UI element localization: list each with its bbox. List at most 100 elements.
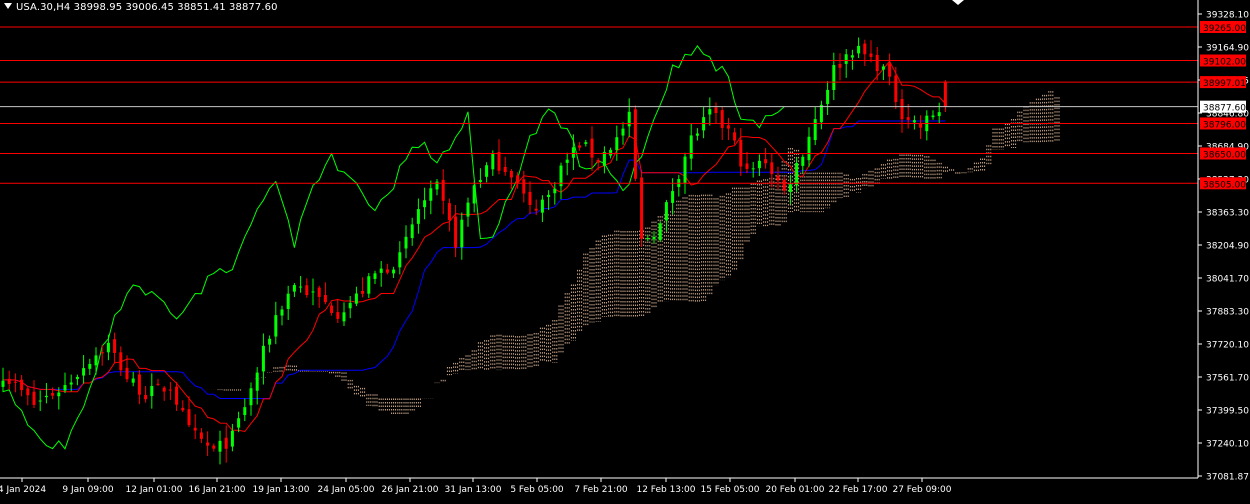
bull-candle xyxy=(237,418,241,428)
bull-candle xyxy=(751,168,755,170)
bull-candle xyxy=(491,153,495,170)
bull-candle xyxy=(931,115,935,118)
bear-candle xyxy=(633,109,637,179)
bear-candle xyxy=(590,138,594,158)
x-tick-label: 19 Jan 13:00 xyxy=(253,485,310,495)
bear-candle xyxy=(361,290,365,294)
bull-candle xyxy=(826,89,830,104)
bear-candle xyxy=(193,427,197,431)
y-tick-label: 38204.90 xyxy=(1206,242,1249,252)
bull-candle xyxy=(342,312,346,322)
y-tick-label: 39328.10 xyxy=(1206,11,1249,21)
dropdown-triangle-icon[interactable] xyxy=(4,3,12,9)
bull-candle xyxy=(268,338,272,345)
level-price-label: 38997.01 xyxy=(1203,79,1246,89)
bear-candle xyxy=(212,445,216,449)
bear-candle xyxy=(596,160,600,163)
bull-candle xyxy=(857,45,861,54)
bear-candle xyxy=(224,437,228,449)
bear-candle xyxy=(206,442,210,446)
bull-candle xyxy=(937,112,941,117)
bull-candle xyxy=(63,385,67,391)
bull-candle xyxy=(348,302,352,309)
bull-candle xyxy=(881,66,885,70)
bull-candle xyxy=(75,376,79,380)
bull-candle xyxy=(912,120,916,123)
x-tick-label: 12 Feb 13:00 xyxy=(636,485,695,495)
bull-candle xyxy=(801,156,805,166)
bull-candle xyxy=(373,273,377,279)
bear-candle xyxy=(900,99,904,120)
bull-candle xyxy=(311,291,315,293)
bear-candle xyxy=(534,208,538,211)
bull-candle xyxy=(299,286,303,288)
y-tick-label: 37399.50 xyxy=(1206,407,1249,417)
bear-candle xyxy=(336,312,340,319)
bear-candle xyxy=(875,54,879,72)
bull-candle xyxy=(689,135,693,159)
bull-candle xyxy=(150,385,154,397)
x-tick-label: 12 Jan 01:00 xyxy=(126,485,183,495)
bull-candle xyxy=(844,54,848,64)
bull-candle xyxy=(379,268,383,273)
bull-candle xyxy=(292,285,296,292)
bear-candle xyxy=(578,145,582,148)
y-tick-label: 37081.87 xyxy=(1206,473,1249,483)
bear-candle xyxy=(764,159,768,164)
bull-candle xyxy=(671,191,675,203)
bear-candle xyxy=(863,43,867,55)
bear-candle xyxy=(894,75,898,102)
bear-candle xyxy=(640,177,644,239)
bull-candle xyxy=(565,159,569,163)
bear-candle xyxy=(162,387,166,392)
bear-candle xyxy=(317,287,321,297)
x-tick-label: 15 Feb 05:00 xyxy=(700,485,759,495)
bear-candle xyxy=(782,180,786,191)
bear-candle xyxy=(516,175,520,184)
bear-candle xyxy=(119,352,123,371)
y-tick-label: 37720.10 xyxy=(1206,341,1249,351)
bear-candle xyxy=(181,407,185,411)
bear-candle xyxy=(385,269,389,273)
level-price-label: 38796.00 xyxy=(1203,120,1246,130)
bull-candle xyxy=(243,407,247,416)
plot-background xyxy=(0,0,1198,478)
bull-candle xyxy=(683,156,687,183)
bear-candle xyxy=(503,166,507,173)
bear-candle xyxy=(13,381,17,383)
y-tick-label: 37883.30 xyxy=(1206,308,1249,318)
bear-candle xyxy=(447,203,451,220)
bull-candle xyxy=(788,184,792,192)
bull-candle xyxy=(88,363,92,369)
bull-candle xyxy=(658,223,662,241)
bear-candle xyxy=(137,374,141,395)
y-tick-label: 37561.70 xyxy=(1206,374,1249,384)
level-price-label: 38505.00 xyxy=(1203,180,1246,190)
bear-candle xyxy=(943,81,947,107)
bear-candle xyxy=(528,191,532,206)
x-tick-label: 5 Feb 05:00 xyxy=(510,485,564,495)
bull-candle xyxy=(472,185,476,204)
bull-candle xyxy=(602,151,606,166)
bull-candle xyxy=(404,236,408,249)
bear-candle xyxy=(919,123,923,128)
x-tick-label: 31 Jan 13:00 xyxy=(445,485,502,495)
x-tick-label: 20 Feb 01:00 xyxy=(765,485,824,495)
bear-candle xyxy=(869,53,873,57)
bull-candle xyxy=(627,111,631,127)
bull-candle xyxy=(274,315,278,337)
bear-candle xyxy=(32,391,36,405)
bear-candle xyxy=(125,367,129,380)
chart-root[interactable]: 39328.1039164.9039006.4538846.8038684.90… xyxy=(0,0,1250,500)
bear-candle xyxy=(497,151,501,171)
y-tick-label: 38363.30 xyxy=(1206,209,1249,219)
bull-candle xyxy=(652,237,656,240)
price-chart[interactable]: 39328.1039164.9039006.4538846.8038684.90… xyxy=(0,0,1250,500)
y-tick-label: 38041.70 xyxy=(1206,275,1249,285)
bear-candle xyxy=(838,64,842,68)
bull-candle xyxy=(832,65,836,90)
bull-candle xyxy=(664,202,668,221)
bull-candle xyxy=(410,224,414,239)
bull-candle xyxy=(367,276,371,294)
bull-candle xyxy=(69,382,73,385)
